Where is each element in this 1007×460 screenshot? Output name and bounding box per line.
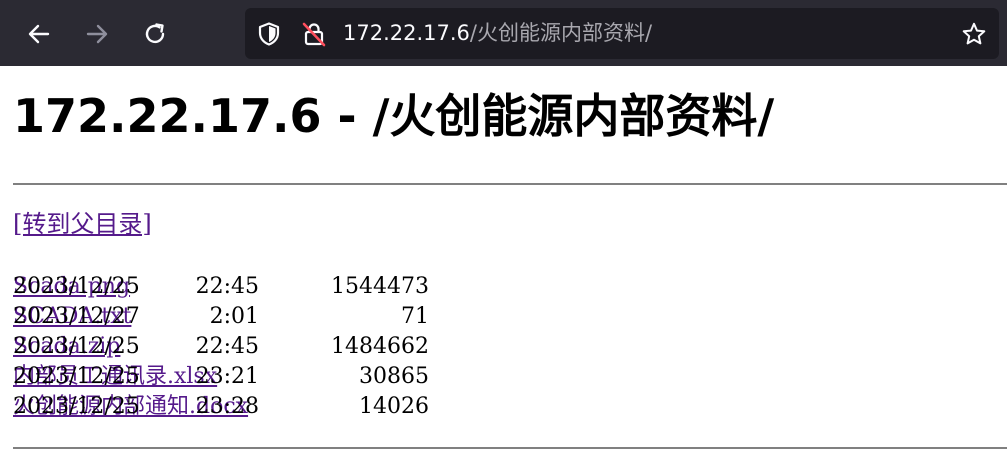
url-text[interactable]: 172.22.17.6/火创能源内部资料/ — [343, 19, 652, 47]
file-size: 30865 — [359, 364, 429, 389]
divider-bottom — [13, 447, 1007, 449]
file-size: 14026 — [359, 394, 429, 419]
bookmark-button[interactable] — [960, 20, 988, 48]
reload-icon — [145, 23, 165, 44]
file-row: 2023/12/25 22:45 1544473 Scada.png — [13, 272, 1007, 302]
forward-arrow-icon — [86, 24, 108, 44]
page-title: 172.22.17.6 - /火创能源内部资料/ — [13, 89, 775, 143]
tracking-protection-button[interactable] — [255, 20, 283, 48]
back-arrow-icon — [28, 24, 50, 44]
file-time: 23:21 — [195, 364, 259, 389]
file-date: 2023/12/25 — [13, 394, 140, 419]
file-row: 2023/12/25 23:28 14026 火创能源内部通知.docx — [13, 392, 1007, 422]
file-listing: 2023/12/25 22:45 1544473 Scada.png 2023/… — [13, 272, 1007, 422]
file-date: 2023/12/27 — [13, 304, 140, 329]
address-bar[interactable]: 172.22.17.6/火创能源内部资料/ — [245, 8, 999, 59]
browser-toolbar: 172.22.17.6/火创能源内部资料/ — [0, 0, 1007, 66]
file-date: 2023/12/25 — [13, 334, 140, 359]
insecure-lock-icon — [302, 22, 326, 47]
site-info-button[interactable] — [300, 20, 328, 48]
back-button[interactable] — [19, 14, 59, 54]
file-time: 22:45 — [195, 334, 259, 359]
url-path: /火创能源内部资料/ — [469, 21, 653, 45]
file-size: 1544473 — [331, 274, 429, 299]
shield-icon — [258, 22, 280, 46]
file-date: 2023/12/25 — [13, 364, 140, 389]
file-size: 1484662 — [331, 334, 429, 359]
parent-directory-link[interactable]: [转到父目录] — [13, 209, 152, 239]
file-date: 2023/12/25 — [13, 274, 140, 299]
file-row: 2023/12/25 22:45 1484662 Scada.zip — [13, 332, 1007, 362]
forward-button[interactable] — [77, 14, 117, 54]
file-time: 2:01 — [209, 304, 259, 329]
file-row: 2023/12/25 23:21 30865 内部员工通讯录.xlsx — [13, 362, 1007, 392]
divider-top — [13, 183, 1007, 185]
file-time: 22:45 — [195, 274, 259, 299]
url-host: 172.22.17.6 — [343, 21, 470, 45]
file-size: 71 — [401, 304, 429, 329]
file-time: 23:28 — [195, 394, 259, 419]
reload-button[interactable] — [135, 14, 175, 54]
file-row: 2023/12/27 2:01 71 SCADA.txt — [13, 302, 1007, 332]
star-icon — [962, 22, 986, 45]
